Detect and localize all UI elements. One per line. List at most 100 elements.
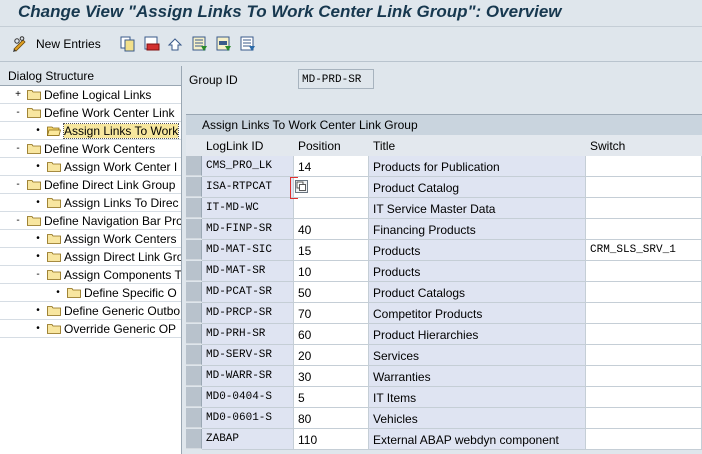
group-id-label: Group ID [189, 73, 238, 87]
row-selector[interactable] [186, 240, 202, 260]
table-row: MD-PCAT-SR 50 Product Catalogs [186, 282, 702, 303]
row-selector[interactable] [186, 429, 202, 449]
table-row: MD-PRCP-SR 70 Competitor Products [186, 303, 702, 324]
tree-collapse-icon[interactable]: - [12, 179, 24, 191]
loglink-id-cell-text: MD-SERV-SR [206, 349, 273, 361]
column-header-title[interactable]: Title [373, 139, 395, 153]
tree-item[interactable]: • Assign Links To Direc [0, 194, 181, 212]
tree-item[interactable]: • Define Generic Outbo [0, 302, 181, 320]
switch-cell[interactable] [586, 387, 702, 408]
title-cell: Financing Products [369, 219, 586, 240]
row-selector[interactable] [186, 261, 202, 281]
row-selector[interactable] [186, 198, 202, 218]
row-selector[interactable] [186, 387, 202, 407]
tree-item[interactable]: - Assign Components T [0, 266, 181, 284]
table-row: CMS_PRO_LK 14 Products for Publication [186, 156, 702, 177]
new-entries-button[interactable]: New Entries [12, 34, 101, 54]
title-cell-text: IT Service Master Data [373, 202, 496, 216]
switch-cell[interactable] [586, 177, 702, 198]
switch-cell[interactable] [586, 198, 702, 219]
switch-cell[interactable] [586, 429, 702, 450]
switch-cell[interactable] [586, 366, 702, 387]
tree-collapse-icon[interactable]: - [12, 143, 24, 155]
table-row: MD0-0601-S 80 Vehicles [186, 408, 702, 429]
value-help-button[interactable] [295, 180, 308, 193]
position-cell[interactable]: 50 [294, 282, 369, 303]
position-cell[interactable] [294, 198, 369, 219]
tree-item[interactable]: - Define Work Center Link [0, 104, 181, 122]
undo-button[interactable] [167, 34, 183, 54]
position-cell[interactable]: 15 [294, 240, 369, 261]
position-cell[interactable]: 70 [294, 303, 369, 324]
switch-cell[interactable] [586, 345, 702, 366]
row-selector[interactable] [186, 282, 202, 302]
loglink-id-cell-text: MD-MAT-SIC [206, 244, 273, 256]
tree-expand-icon[interactable]: + [12, 89, 24, 101]
switch-cell[interactable] [586, 156, 702, 177]
column-header-switch[interactable]: Switch [590, 139, 625, 153]
copy-as-button[interactable] [120, 34, 136, 54]
tree-item[interactable]: • Assign Work Centers [0, 230, 181, 248]
title-cell: IT Items [369, 387, 586, 408]
position-cell[interactable]: 5 [294, 387, 369, 408]
position-cell-text: 5 [298, 391, 305, 405]
row-selector[interactable] [186, 366, 202, 386]
tree-item[interactable]: • Assign Direct Link Gro [0, 248, 181, 266]
title-cell-text: Warranties [373, 370, 431, 384]
row-selector[interactable] [186, 408, 202, 428]
position-cell[interactable]: 30 [294, 366, 369, 387]
title-cell: Vehicles [369, 408, 586, 429]
tree-item[interactable]: • Define Specific O [0, 284, 181, 302]
row-selector[interactable] [186, 219, 202, 239]
switch-cell[interactable]: CRM_SLS_SRV_1 [586, 240, 702, 261]
loglink-id-cell-text: ISA-RTPCAT [206, 181, 273, 193]
position-cell[interactable]: 40 [294, 219, 369, 240]
tree-item-label: Define Work Centers [44, 142, 156, 156]
table-row: ISA-RTPCAT Product Catalog [186, 177, 702, 198]
tree-item[interactable]: - Define Direct Link Group [0, 176, 181, 194]
column-header-loglink-id[interactable]: LogLink ID [206, 139, 263, 153]
tree-item[interactable]: • Assign Links To Work [0, 122, 181, 140]
switch-cell[interactable] [586, 219, 702, 240]
tree-item[interactable]: • Assign Work Center I [0, 158, 181, 176]
loglink-id-cell: MD-PRCP-SR [202, 303, 294, 324]
tree-item-label: Assign Direct Link Gro [64, 250, 181, 264]
tree-item[interactable]: • Override Generic OP [0, 320, 181, 338]
row-selector[interactable] [186, 303, 202, 323]
position-cell[interactable]: 14 [294, 156, 369, 177]
select-all-button[interactable] [192, 34, 208, 54]
folder-open-icon [47, 126, 61, 136]
switch-cell[interactable] [586, 324, 702, 345]
tree-item[interactable]: - Define Navigation Bar Pro [0, 212, 181, 230]
copy-icon [120, 36, 136, 52]
switch-cell[interactable] [586, 261, 702, 282]
switch-cell[interactable] [586, 282, 702, 303]
tree-item[interactable]: - Define Work Centers [0, 140, 181, 158]
switch-cell[interactable] [586, 303, 702, 324]
loglink-id-cell-text: MD-MAT-SR [206, 265, 266, 277]
delete-button[interactable] [144, 34, 160, 54]
deselect-all-button[interactable] [240, 34, 256, 54]
tree-leaf-bullet-icon: • [56, 287, 60, 298]
column-header-position[interactable]: Position [298, 139, 341, 153]
tree-collapse-icon[interactable]: - [32, 269, 44, 281]
switch-cell[interactable] [586, 408, 702, 429]
row-selector[interactable] [186, 177, 202, 197]
loglink-id-cell: MD0-0404-S [202, 387, 294, 408]
row-selector[interactable] [186, 345, 202, 365]
position-cell[interactable]: 10 [294, 261, 369, 282]
title-cell-text: Vehicles [373, 412, 418, 426]
tree-item-label: Assign Links To Direc [64, 196, 179, 210]
position-cell[interactable]: 60 [294, 324, 369, 345]
position-cell[interactable]: 110 [294, 429, 369, 450]
row-selector[interactable] [186, 324, 202, 344]
loglink-id-cell: MD-MAT-SR [202, 261, 294, 282]
tree-collapse-icon[interactable]: - [12, 215, 24, 227]
select-block-button[interactable] [216, 34, 232, 54]
tree-leaf-bullet-icon: • [36, 233, 40, 244]
tree-collapse-icon[interactable]: - [12, 107, 24, 119]
tree-item[interactable]: + Define Logical Links [0, 86, 181, 104]
row-selector[interactable] [186, 156, 202, 176]
position-cell[interactable]: 80 [294, 408, 369, 429]
position-cell[interactable]: 20 [294, 345, 369, 366]
